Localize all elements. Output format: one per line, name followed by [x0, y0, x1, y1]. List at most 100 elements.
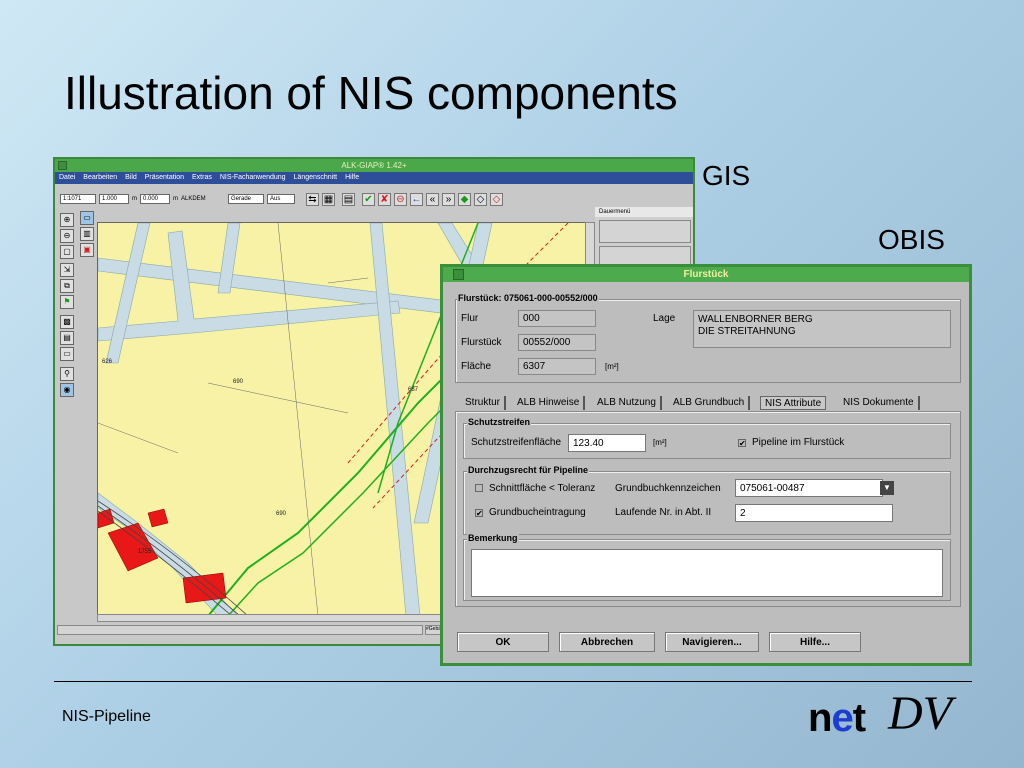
tool-icon-3[interactable]: ▤ — [342, 192, 355, 206]
abbrechen-button[interactable]: Abbrechen — [559, 632, 655, 652]
layers-icon[interactable]: ▥ — [80, 227, 94, 241]
schnitt-checkbox-label: Schnittfläche < Toleranz — [489, 483, 596, 494]
menu-bearbeiten[interactable]: Bearbeiten — [83, 174, 117, 181]
check-icon[interactable]: ✔ — [362, 192, 375, 206]
menu-nis-fachanwendung[interactable]: NIS-Fachanwendung — [220, 174, 286, 181]
unit-label-2: m — [173, 196, 178, 202]
zoom-window-icon[interactable]: ▢ — [60, 245, 74, 259]
slide-title: Illustration of NIS components — [64, 67, 678, 119]
pipeline-checkbox-label: Pipeline im Flurstück — [752, 437, 845, 448]
print-icon[interactable]: ▤ — [60, 331, 74, 345]
pipeline-checkbox[interactable]: ✔ Pipeline im Flurstück — [738, 437, 844, 448]
diamond-green-icon[interactable]: ◆ — [458, 192, 471, 206]
menu-hilfe[interactable]: Hilfe — [345, 174, 359, 181]
diamond-icon[interactable]: ◇ — [474, 192, 487, 206]
gis-status-bar — [57, 625, 423, 635]
logo-net: net — [808, 696, 866, 740]
tab-alb-nutzung[interactable]: ALB Nutzung — [593, 396, 662, 410]
flur-label: Flur — [461, 313, 479, 324]
footer-text: NIS-Pipeline — [62, 708, 151, 725]
copy-icon[interactable]: ⧉ — [60, 279, 74, 293]
navigieren-button[interactable]: Navigieren... — [665, 632, 759, 652]
gis-window-title: ALK-GIAP® 1.42+ — [341, 161, 407, 170]
menu-laengenschnitt[interactable]: Längenschnitt — [294, 174, 338, 181]
tab-struktur[interactable]: Struktur — [461, 396, 507, 410]
pan-icon[interactable]: ⇲ — [60, 263, 74, 277]
menu-datei[interactable]: Datei — [59, 174, 75, 181]
display-icon[interactable]: ▩ — [60, 315, 74, 329]
footer-divider — [54, 681, 972, 682]
diamond-red-icon[interactable]: ◇ — [490, 192, 503, 206]
grundbuch-checkbox-label: Grundbucheintragung — [489, 507, 586, 518]
checkbox-checked-icon[interactable]: ✔ — [738, 439, 746, 448]
ok-button[interactable]: OK — [457, 632, 549, 652]
bemerkung-textarea[interactable] — [471, 549, 943, 597]
tool-icon-2[interactable]: ▦ — [322, 192, 335, 206]
lage-label: Lage — [653, 313, 676, 324]
gis-title-bar: ALK-GIAP® 1.42+ — [55, 159, 693, 172]
hilfe-button[interactable]: Hilfe... — [769, 632, 861, 652]
grundbuch-checkbox[interactable]: ✔ Grundbucheintragung — [475, 507, 586, 518]
tool-icon-1[interactable]: ⇆ — [306, 192, 319, 206]
lfd-input[interactable]: 2 — [735, 504, 893, 522]
durch-group-title: Durchzugsrecht für Pipeline — [467, 465, 590, 475]
select-icon[interactable]: ▭ — [80, 211, 94, 225]
reset-icon[interactable]: ▣ — [80, 243, 94, 257]
tab-nis-attribute[interactable]: NIS Attribute — [760, 396, 827, 410]
tab-alb-hinweise[interactable]: ALB Hinweise — [513, 396, 586, 410]
checkbox-unchecked-icon[interactable] — [475, 484, 483, 492]
menu-bild[interactable]: Bild — [125, 174, 137, 181]
stop-icon[interactable]: ⊖ — [394, 192, 407, 206]
mode2-select[interactable]: Aus — [267, 194, 295, 204]
checkbox-checked-icon[interactable]: ✔ — [475, 509, 483, 518]
flaeche-label: Fläche — [461, 361, 492, 372]
schutz-input[interactable]: 123.40 — [568, 434, 646, 452]
lage-line-1: WALLENBORNER BERG — [698, 314, 813, 325]
schutz-unit: [m²] — [653, 438, 667, 447]
label-obis: OBIS — [878, 224, 945, 255]
panel-header[interactable]: Dauermenü — [595, 207, 693, 217]
map-label-4: 690 — [276, 511, 287, 517]
obis-dialog: Flurstück Flurstück: 075061-000-00552/00… — [440, 264, 972, 666]
gbkz-label: Grundbuchkennzeichen — [615, 483, 721, 494]
double-right-icon[interactable]: » — [442, 192, 455, 206]
schnitt-checkbox[interactable]: Schnittfläche < Toleranz — [475, 483, 595, 494]
map-label-2: 690 — [233, 379, 244, 385]
road-3 — [369, 223, 421, 614]
tab-alb-grundbuch[interactable]: ALB Grundbuch — [669, 396, 751, 410]
zoom-out-icon[interactable]: ⊖ — [60, 229, 74, 243]
logo-dv: DV — [888, 687, 952, 740]
chevron-down-icon[interactable]: ▼ — [880, 481, 894, 495]
label-gis: GIS — [702, 160, 751, 191]
zoom-in-icon[interactable]: ⊕ — [60, 213, 74, 227]
panel-slot-1[interactable] — [599, 220, 691, 243]
layer-label: ALKDEM — [181, 196, 206, 202]
arrow-left-icon[interactable]: ← — [410, 192, 423, 206]
window-menu-icon[interactable] — [58, 161, 67, 170]
measure-icon[interactable]: ⚲ — [60, 367, 74, 381]
flurstueck-value: 00552/000 — [518, 334, 596, 351]
schutz-group-title: Schutzstreifen — [467, 417, 532, 427]
road-4 — [105, 223, 151, 364]
zoom1-select[interactable]: 1.000 — [99, 194, 129, 204]
monitor-icon[interactable]: ▭ — [60, 347, 74, 361]
window-menu-icon[interactable] — [453, 269, 464, 280]
zoom2-select[interactable]: 0.000 — [140, 194, 170, 204]
flur-value: 000 — [518, 310, 596, 327]
menu-extras[interactable]: Extras — [192, 174, 212, 181]
unit-label: m — [132, 196, 137, 202]
double-left-icon[interactable]: « — [426, 192, 439, 206]
map-label-3: 687 — [408, 387, 419, 393]
menu-praesentation[interactable]: Präsentation — [145, 174, 184, 181]
scale-select[interactable]: 1:1071 — [60, 194, 96, 204]
obis-title-bar: Flurstück — [443, 267, 969, 282]
lfd-label: Laufende Nr. in Abt. II — [615, 507, 712, 518]
object-icon[interactable]: ⚑ — [60, 295, 74, 309]
tab-nis-dokumente[interactable]: NIS Dokumente — [839, 396, 920, 410]
cross-icon[interactable]: ✘ — [378, 192, 391, 206]
info-icon[interactable]: ◉ — [60, 383, 74, 397]
gis-menu-bar: Datei Bearbeiten Bild Präsentation Extra… — [55, 172, 693, 184]
mode1-select[interactable]: Gerade — [228, 194, 264, 204]
map-label-5: 1755 — [138, 549, 152, 555]
gbkz-select[interactable]: 075061-00487 — [735, 479, 883, 497]
